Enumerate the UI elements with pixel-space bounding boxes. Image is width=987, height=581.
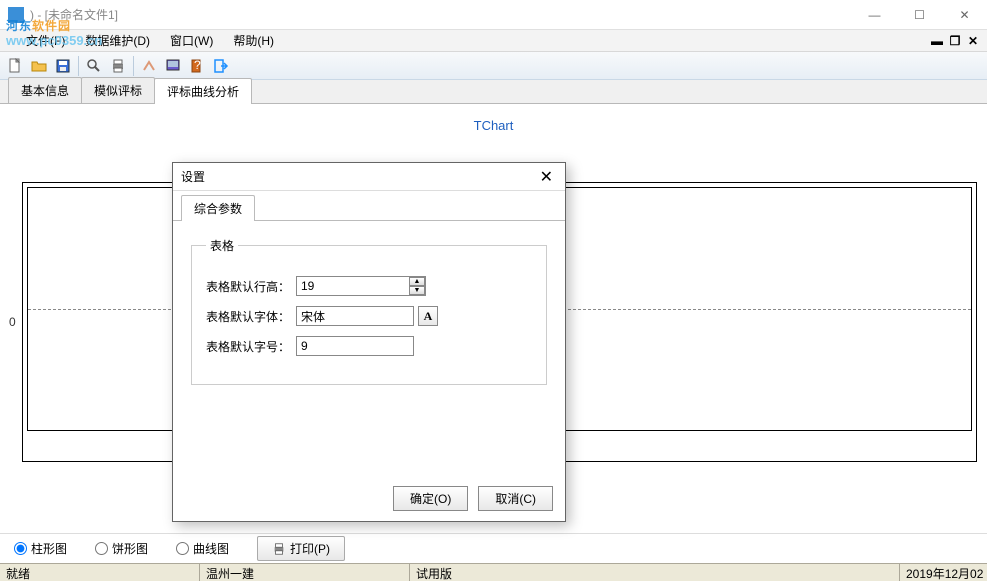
menu-help[interactable]: 帮助(H) xyxy=(223,30,284,51)
table-settings-group: 表格 表格默认行高： ▲▼ 表格默认字体： A 表格默认字号： xyxy=(191,237,547,385)
radio-bar[interactable]: 柱形图 xyxy=(14,540,67,557)
menu-file[interactable]: 文件(F) xyxy=(16,30,75,51)
status-unit: 温州一建 xyxy=(200,564,410,581)
maximize-button[interactable]: ☐ xyxy=(897,0,942,30)
close-button[interactable]: ✕ xyxy=(942,0,987,30)
svg-text:?: ? xyxy=(194,58,201,72)
ok-button[interactable]: 确定(O) xyxy=(393,486,468,511)
exit-icon[interactable] xyxy=(210,55,232,77)
tool1-icon[interactable] xyxy=(138,55,160,77)
radio-pie[interactable]: 饼形图 xyxy=(95,540,148,557)
cancel-button[interactable]: 取消(C) xyxy=(478,486,553,511)
mdi-close-button[interactable]: ✕ xyxy=(965,34,981,48)
tab-analysis[interactable]: 评标曲线分析 xyxy=(154,78,252,104)
toolbar: ? xyxy=(0,52,987,80)
mdi-restore-button[interactable]: ❐ xyxy=(947,34,963,48)
dialog-close-icon[interactable]: ✕ xyxy=(536,167,557,187)
spin-up-icon[interactable]: ▲ xyxy=(409,277,425,286)
chart-title: TChart xyxy=(0,104,987,147)
new-file-icon[interactable] xyxy=(4,55,26,77)
font-label: 表格默认字体： xyxy=(206,308,290,325)
size-input[interactable] xyxy=(296,336,414,356)
status-date: 2019年12月02 xyxy=(900,564,987,581)
app-icon xyxy=(8,7,24,23)
radio-line[interactable]: 曲线图 xyxy=(176,540,229,557)
menubar: 文件(F) 数据维护(D) 窗口(W) 帮助(H) ▬ ❐ ✕ xyxy=(0,30,987,52)
help-icon[interactable]: ? xyxy=(186,55,208,77)
print-button[interactable]: 打印(P) xyxy=(257,536,345,561)
printer-icon xyxy=(272,542,286,556)
row-height-label: 表格默认行高： xyxy=(206,278,290,295)
group-legend: 表格 xyxy=(206,237,238,254)
tab-bar: 基本信息 模似评标 评标曲线分析 xyxy=(0,80,987,104)
chart-type-bar: 柱形图 饼形图 曲线图 打印(P) xyxy=(0,533,987,563)
chart-y-label: 0 xyxy=(9,315,16,329)
print-icon[interactable] xyxy=(107,55,129,77)
save-icon[interactable] xyxy=(52,55,74,77)
dialog-tab-general[interactable]: 综合参数 xyxy=(181,195,255,221)
menu-window[interactable]: 窗口(W) xyxy=(160,30,223,51)
settings-dialog: 设置 ✕ 综合参数 表格 表格默认行高： ▲▼ 表格默认字体： A 表格默认字号… xyxy=(172,162,566,522)
preview-icon[interactable] xyxy=(83,55,105,77)
open-file-icon[interactable] xyxy=(28,55,50,77)
status-bar: 就绪 温州一建 试用版 2019年12月02 xyxy=(0,563,987,581)
font-input[interactable] xyxy=(296,306,414,326)
menu-data[interactable]: 数据维护(D) xyxy=(75,30,160,51)
status-version: 试用版 xyxy=(410,564,900,581)
titlebar: ) - [未命名文件1] — ☐ ✕ xyxy=(0,0,987,30)
tool2-icon[interactable] xyxy=(162,55,184,77)
minimize-button[interactable]: — xyxy=(852,0,897,30)
tab-basic[interactable]: 基本信息 xyxy=(8,77,82,103)
font-picker-button[interactable]: A xyxy=(418,306,438,326)
size-label: 表格默认字号： xyxy=(206,338,290,355)
row-height-input[interactable] xyxy=(296,276,426,296)
status-ready: 就绪 xyxy=(0,564,200,581)
dialog-title: 设置 xyxy=(181,168,536,185)
tab-simulate[interactable]: 模似评标 xyxy=(81,77,155,103)
spin-down-icon[interactable]: ▼ xyxy=(409,286,425,295)
mdi-minimize-button[interactable]: ▬ xyxy=(929,34,945,48)
window-title: ) - [未命名文件1] xyxy=(30,6,852,23)
